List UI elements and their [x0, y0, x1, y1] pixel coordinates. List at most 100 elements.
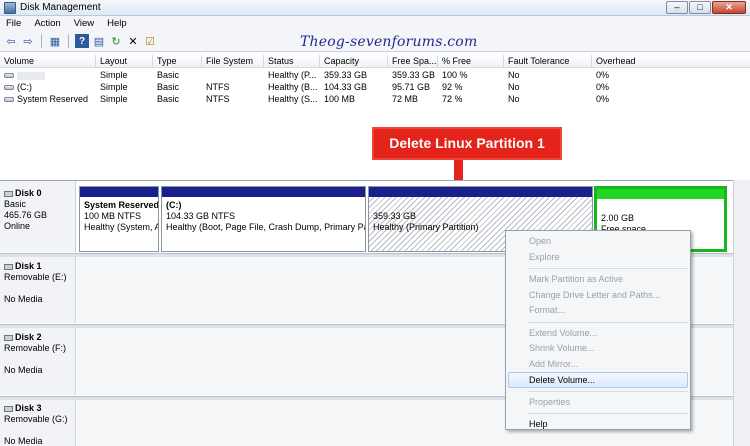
- column-header-type[interactable]: Type: [153, 55, 202, 68]
- context-menu-item-help[interactable]: Help: [506, 417, 690, 433]
- context-menu-item-delete-volume[interactable]: Delete Volume...: [508, 372, 688, 388]
- annotation-callout: Delete Linux Partition 1: [372, 127, 562, 160]
- drive-icon: [4, 73, 14, 79]
- volume-list-header: Volume Layout Type File System Status Ca…: [0, 55, 750, 68]
- maximize-button[interactable]: □: [689, 1, 711, 14]
- column-header-fault-tolerance[interactable]: Fault Tolerance: [504, 55, 592, 68]
- fault-tolerance-cell: No: [508, 70, 520, 80]
- column-header-volume[interactable]: Volume: [0, 55, 96, 68]
- close-button[interactable]: ✕: [712, 1, 746, 14]
- disk-0-label: Disk 0 Basic 465.76 GB Online: [4, 188, 48, 231]
- window-controls: – □ ✕: [666, 1, 746, 14]
- percent-free-cell: 100 %: [442, 70, 468, 80]
- type-cell: Basic: [157, 94, 180, 104]
- overhead-cell: 0%: [596, 70, 610, 80]
- column-header-free-space[interactable]: Free Spa...: [388, 55, 438, 68]
- toolbar-separator: [68, 34, 69, 48]
- menu-view[interactable]: View: [74, 18, 94, 29]
- menu-separator: [528, 268, 688, 269]
- status-cell: Healthy (P...: [268, 70, 317, 80]
- drive-icon: [4, 97, 14, 103]
- menu-separator: [528, 413, 688, 414]
- percent-free-cell: 92 %: [442, 82, 463, 92]
- context-menu-item-extend-volume[interactable]: Extend Volume...: [506, 326, 690, 342]
- capacity-cell: 100 MB: [324, 94, 356, 104]
- fault-tolerance-cell: No: [508, 82, 520, 92]
- check-icon[interactable]: ☑: [143, 34, 157, 48]
- file-system-cell: NTFS: [206, 82, 230, 92]
- context-menu-item-open[interactable]: Open: [506, 234, 690, 250]
- menu-separator: [528, 390, 688, 392]
- menu-separator: [528, 321, 688, 323]
- volume-cell: (C:): [0, 81, 32, 93]
- fault-tolerance-cell: No: [508, 94, 520, 104]
- disk-icon: [4, 190, 13, 197]
- partition-c-drive[interactable]: (C:) 104.33 GB NTFS Healthy (Boot, Page …: [161, 186, 366, 252]
- overhead-cell: 0%: [596, 94, 610, 104]
- show-hide-tree-icon[interactable]: ▦: [48, 34, 62, 48]
- column-header-percent-free[interactable]: % Free: [438, 55, 504, 68]
- partition-bar: [80, 187, 158, 197]
- column-header-overhead[interactable]: Overhead: [592, 55, 750, 68]
- delete-icon[interactable]: ✕: [126, 34, 140, 48]
- percent-free-cell: 72 %: [442, 94, 463, 104]
- toolbar-separator: [41, 34, 42, 48]
- type-cell: Basic: [157, 82, 180, 92]
- refresh-icon[interactable]: ↻: [109, 34, 123, 48]
- status-cell: Healthy (B...: [268, 82, 318, 92]
- menu-help[interactable]: Help: [107, 18, 127, 29]
- disk-management-app-icon: [4, 1, 16, 14]
- disk-icon: [4, 334, 13, 341]
- context-menu-item-add-mirror[interactable]: Add Mirror...: [506, 357, 690, 373]
- layout-cell: Simple: [100, 82, 128, 92]
- table-row[interactable]: (C:) Simple Basic NTFS Healthy (B... 104…: [0, 81, 750, 93]
- drive-icon: [4, 85, 14, 91]
- partition-system-reserved[interactable]: System Reserved 100 MB NTFS Healthy (Sys…: [79, 186, 159, 252]
- overhead-cell: 0%: [596, 82, 610, 92]
- watermark-text: Theog-sevenforums.com: [300, 34, 478, 50]
- disk-3-label: Disk 3 Removable (G:) No Media: [4, 403, 68, 446]
- window-title: Disk Management: [20, 2, 101, 13]
- file-system-cell: NTFS: [206, 94, 230, 104]
- title-bar: Disk Management – □ ✕: [0, 0, 750, 16]
- menu-file[interactable]: File: [6, 18, 21, 29]
- layout-cell: Simple: [100, 70, 128, 80]
- status-cell: Healthy (S...: [268, 94, 318, 104]
- context-menu-item-format[interactable]: Format...: [506, 303, 690, 319]
- volume-cell: System Reserved: [0, 93, 88, 105]
- layout-cell: Simple: [100, 94, 128, 104]
- context-menu-item-shrink-volume[interactable]: Shrink Volume...: [506, 341, 690, 357]
- context-menu: Open Explore Mark Partition as Active Chang…: [505, 230, 691, 430]
- vertical-scrollbar[interactable]: [733, 180, 750, 446]
- column-header-capacity[interactable]: Capacity: [320, 55, 388, 68]
- minimize-button[interactable]: –: [666, 1, 688, 14]
- context-menu-item-explore[interactable]: Explore: [506, 250, 690, 266]
- partition-bar: [162, 187, 365, 197]
- type-cell: Basic: [157, 70, 180, 80]
- help-icon[interactable]: ?: [75, 34, 89, 48]
- context-menu-item-mark-partition-as-active[interactable]: Mark Partition as Active: [506, 272, 690, 288]
- disk-1-label: Disk 1 Removable (E:) No Media: [4, 261, 67, 304]
- free-space-cell: 72 MB: [392, 94, 419, 104]
- menu-action[interactable]: Action: [34, 18, 60, 29]
- back-icon[interactable]: ⇦: [4, 34, 18, 48]
- menu-bar: File Action View Help: [0, 16, 750, 31]
- disk-icon: [4, 405, 13, 412]
- properties-icon[interactable]: ▤: [92, 34, 106, 48]
- column-header-layout[interactable]: Layout: [96, 55, 153, 68]
- capacity-cell: 359.33 GB: [324, 70, 368, 80]
- free-space-cell: 95.71 GB: [392, 82, 431, 92]
- partition-bar: [369, 187, 592, 197]
- partition-bar: [597, 189, 724, 199]
- column-header-file-system[interactable]: File System: [202, 55, 264, 68]
- table-row[interactable]: Simple Basic Healthy (P... 359.33 GB 359…: [0, 69, 750, 81]
- context-menu-item-properties[interactable]: Properties: [506, 395, 690, 411]
- volume-cell: [0, 69, 45, 81]
- table-row[interactable]: System Reserved Simple Basic NTFS Health…: [0, 93, 750, 105]
- capacity-cell: 104.33 GB: [324, 82, 368, 92]
- forward-icon[interactable]: ⇨: [21, 34, 35, 48]
- free-space-cell: 359.33 GB: [392, 70, 436, 80]
- disk-icon: [4, 263, 13, 270]
- context-menu-item-change-drive-letter-and-paths[interactable]: Change Drive Letter and Paths...: [506, 288, 690, 304]
- column-header-status[interactable]: Status: [264, 55, 320, 68]
